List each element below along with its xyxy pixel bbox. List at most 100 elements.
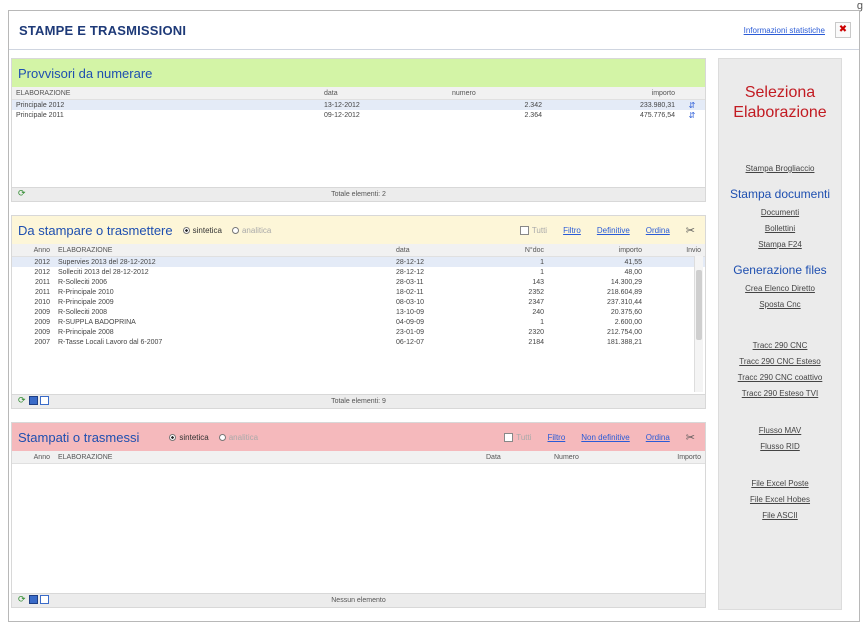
radio-sintetica-label: sintetica xyxy=(192,225,222,235)
file-ascii-link[interactable]: File ASCII xyxy=(719,511,841,520)
radio-sintetica[interactable]: sintetica xyxy=(182,225,222,235)
cell-elaborazione: R-Solleciti 2008 xyxy=(58,308,108,316)
cell-importo: 212.754,00 xyxy=(606,328,642,336)
number-icon[interactable]: ⇵ xyxy=(679,99,705,110)
da-stampare-scrollbar[interactable] xyxy=(694,256,703,392)
square-icon[interactable] xyxy=(40,396,49,405)
col-ndoc[interactable]: N°doc xyxy=(470,244,548,257)
sidebar-title: Seleziona Elaborazione xyxy=(719,83,841,123)
stampa-f24-link[interactable]: Stampa F24 xyxy=(719,240,841,249)
refresh-icon[interactable]: ⟳ xyxy=(18,396,27,405)
table-row[interactable]: 2011 R-Principale 2010 18-02-11 2352 218.604… xyxy=(12,287,705,297)
col-anno[interactable]: Anno xyxy=(12,244,54,257)
table-row[interactable]: 2011 R-Solleciti 2006 28-03-11 143 14.300,29 xyxy=(12,277,705,287)
col-data[interactable]: Data xyxy=(482,451,550,464)
sidebar: Seleziona Elaborazione Stampa Brogliacci… xyxy=(718,58,842,610)
flusso-rid-link[interactable]: Flusso RID xyxy=(719,442,841,451)
col-data[interactable]: data xyxy=(392,244,470,257)
documenti-link[interactable]: Documenti xyxy=(719,208,841,217)
non-definitive-link[interactable]: Non definitive xyxy=(581,433,629,442)
table-row[interactable]: Principale 2011 09-12-2012 2.364 475.776… xyxy=(12,110,705,120)
checkbox-tutti-label: Tutti xyxy=(531,226,548,235)
excel-hobes-link[interactable]: File Excel Hobes xyxy=(719,495,841,504)
info-statistics-link[interactable]: Informazioni statistiche xyxy=(744,26,825,35)
col-elaborazione[interactable]: ELABORAZIONE xyxy=(54,244,392,257)
cell-elaborazione: R-Principale 2009 xyxy=(58,298,114,306)
col-numero[interactable]: numero xyxy=(448,87,546,100)
col-importo[interactable]: Importo xyxy=(648,451,705,464)
col-elaborazione[interactable]: ELABORAZIONE xyxy=(54,451,482,464)
radio-sintetica[interactable]: sintetica xyxy=(169,433,209,442)
table-row[interactable]: Principale 2012 13-12-2012 2.342 233.980… xyxy=(12,99,705,110)
scrollbar-thumb[interactable] xyxy=(696,270,702,340)
col-invio[interactable]: Invio xyxy=(646,244,705,257)
stampa-brogliaccio-link[interactable]: Stampa Brogliaccio xyxy=(719,164,841,173)
cell-importo: 475.776,54 xyxy=(639,111,675,119)
ordina-link[interactable]: Ordina xyxy=(646,433,670,442)
checkbox-tutti[interactable]: Tutti xyxy=(504,433,532,442)
col-action xyxy=(679,87,705,100)
refresh-icon[interactable]: ⟳ xyxy=(18,595,27,604)
radio-dot-selected xyxy=(182,226,190,234)
table-row[interactable]: 2012 Supervies 2013 del 28-12-2012 28-12-1… xyxy=(12,256,705,267)
tracc-cnc-link[interactable]: Tracc 290 CNC xyxy=(719,341,841,350)
filtro-link[interactable]: Filtro xyxy=(548,433,566,442)
col-importo[interactable]: importo xyxy=(548,244,646,257)
flusso-mav-link[interactable]: Flusso MAV xyxy=(719,426,841,435)
footer-icons: ⟳ xyxy=(18,595,49,604)
radio-analitica[interactable]: analitica xyxy=(231,226,271,235)
square-icon[interactable] xyxy=(40,595,49,604)
cell-importo: 41,55 xyxy=(548,256,646,267)
cell-data: 23-01-09 xyxy=(396,328,425,336)
tools-icon[interactable]: ✂ xyxy=(686,431,695,444)
stampati-table: Anno ELABORAZIONE Data Numero Importo xyxy=(12,451,705,464)
tools-icon[interactable]: ✂ xyxy=(686,224,695,237)
table-row[interactable]: 2007 R-Tasse Locali Lavoro dal 6-2007 06-1… xyxy=(12,337,705,347)
da-stampare-rows: 2012 Supervies 2013 del 28-12-2012 28-12-1… xyxy=(12,256,705,348)
cell-importo: 181.388,21 xyxy=(606,338,642,346)
tracc-coattivo-link[interactable]: Tracc 290 CNC coattivo xyxy=(719,373,841,382)
stampati-footer: ⟳ Nessun elemento xyxy=(12,593,705,607)
cell-importo: 233.980,31 xyxy=(546,99,679,110)
table-row[interactable]: 2009 R-SUPPLA BADOPRINA 04-09-09 1 2.600,00 xyxy=(12,317,705,327)
checkbox-box xyxy=(519,226,529,235)
bollettini-link[interactable]: Bollettini xyxy=(719,224,841,233)
grid-icon[interactable] xyxy=(29,595,38,604)
definitive-link[interactable]: Definitive xyxy=(597,226,630,235)
table-row[interactable]: 2009 R-Solleciti 2008 13-10-09 240 20.375,60 xyxy=(12,307,705,317)
col-elaborazione[interactable]: ELABORAZIONE xyxy=(12,87,320,100)
page-header: STAMPE E TRASMISSIONI Informazioni stati… xyxy=(9,11,859,50)
ordina-link[interactable]: Ordina xyxy=(646,226,670,235)
provvisori-footer: ⟳ Totale elementi: 2 xyxy=(12,187,705,201)
filtro-link[interactable]: Filtro xyxy=(563,226,581,235)
cell-ndoc: 2347 xyxy=(528,298,544,306)
cell-anno: 2010 xyxy=(34,298,50,306)
cell-data: 08-03-10 xyxy=(396,298,425,306)
sposta-cnc-link[interactable]: Sposta Cnc xyxy=(719,300,841,309)
close-icon[interactable]: ✖ xyxy=(835,22,851,38)
table-row[interactable]: 2012 Solleciti 2013 del 28-12-2012 28-12-1… xyxy=(12,267,705,277)
da-stampare-actions: Tutti Filtro Definitive Ordina ✂ xyxy=(519,224,695,237)
checkbox-tutti[interactable]: Tutti xyxy=(519,226,548,235)
col-data[interactable]: data xyxy=(320,87,448,100)
col-anno[interactable]: Anno xyxy=(12,451,54,464)
cell-elaborazione: Principale 2012 xyxy=(12,99,320,110)
tracc-tvi-link[interactable]: Tracc 290 Esteso TVI xyxy=(719,389,841,398)
radio-analitica[interactable]: analitica xyxy=(218,433,258,442)
cell-data: 09-12-2012 xyxy=(324,111,360,119)
col-numero[interactable]: Numero xyxy=(550,451,648,464)
cell-elaborazione: Solleciti 2013 del 28-12-2012 xyxy=(58,268,149,276)
col-importo[interactable]: importo xyxy=(546,87,679,100)
tracc-esteso-link[interactable]: Tracc 290 CNC Esteso xyxy=(719,357,841,366)
cell-ndoc: 240 xyxy=(532,308,544,316)
provvisori-title: Provvisori da numerare xyxy=(18,65,153,81)
excel-poste-link[interactable]: File Excel Poste xyxy=(719,479,841,488)
grid-icon[interactable] xyxy=(29,396,38,405)
refresh-icon[interactable]: ⟳ xyxy=(18,189,27,198)
cell-elaborazione: Supervies 2013 del 28-12-2012 xyxy=(54,256,392,267)
number-icon[interactable]: ⇵ xyxy=(679,110,705,120)
cell-ndoc: 1 xyxy=(540,268,544,276)
table-row[interactable]: 2010 R-Principale 2009 08-03-10 2347 237.310… xyxy=(12,297,705,307)
table-row[interactable]: 2009 R-Principale 2008 23-01-09 2320 212.754… xyxy=(12,327,705,337)
crea-elenco-link[interactable]: Crea Elenco Diretto xyxy=(719,284,841,293)
